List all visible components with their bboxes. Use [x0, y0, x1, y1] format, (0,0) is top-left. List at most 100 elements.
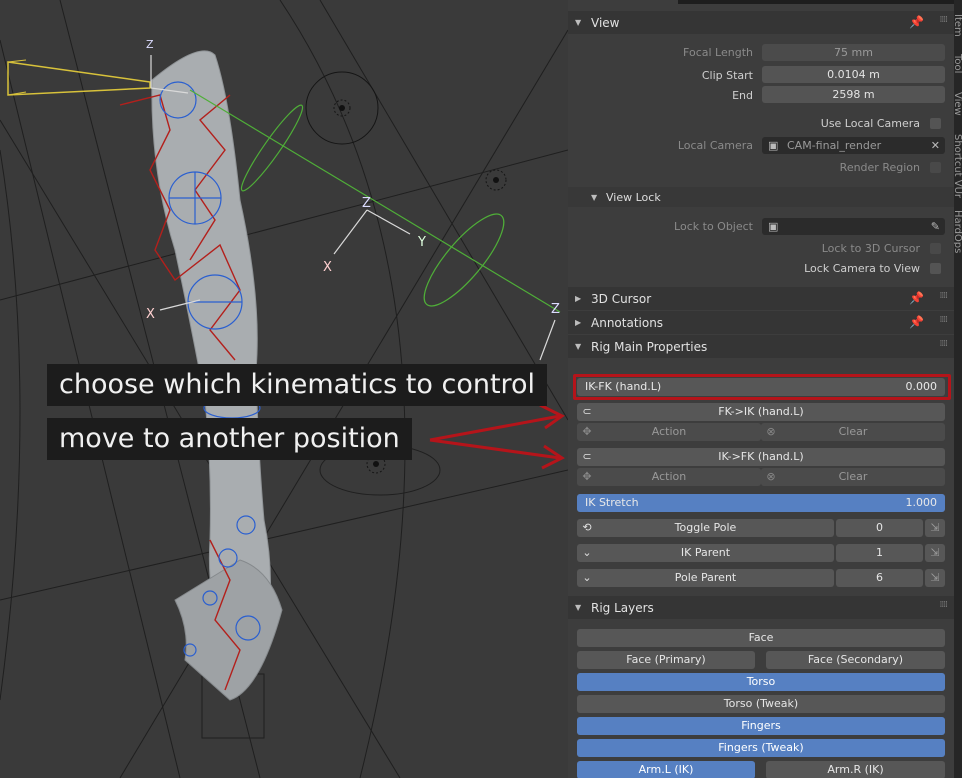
- local-camera-field[interactable]: ▣ CAM-final_render ✕: [762, 137, 945, 154]
- ik-to-fk-button[interactable]: ⊂ IK->FK (hand.L): [577, 448, 945, 466]
- 3d-cursor-panel-header[interactable]: ▶ 3D Cursor 📌 ⁞⁞⁞⁞: [568, 287, 954, 310]
- tab-hardops[interactable]: HardOps: [954, 210, 962, 253]
- pole-parent-label: Pole Parent: [674, 571, 737, 584]
- annotations-panel-header[interactable]: ▶ Annotations 📌 ⁞⁞⁞⁞: [568, 311, 954, 334]
- object-icon: ▣: [768, 220, 779, 233]
- clip-end-field[interactable]: 2598 m: [762, 86, 945, 103]
- snap-arrow-icon[interactable]: ⇲: [925, 569, 945, 587]
- view-panel-header[interactable]: ▼ View 📌 ⁞⁞⁞⁞: [568, 11, 954, 34]
- tab-view[interactable]: View: [954, 92, 962, 116]
- clip-start-label: Clip Start: [701, 69, 753, 82]
- pole-parent-value-field[interactable]: 6: [836, 569, 923, 587]
- drag-handle-icon[interactable]: ⁞⁞⁞⁞: [940, 291, 949, 301]
- eyedropper-icon[interactable]: ✎: [931, 218, 940, 235]
- tab-item[interactable]: Item: [954, 14, 962, 37]
- focal-length-field[interactable]: 75 mm: [762, 44, 945, 61]
- drag-handle-icon[interactable]: ⁞⁞⁞⁞: [940, 600, 949, 610]
- axis-z-label: Z: [362, 196, 371, 211]
- axis-y-label: Y: [417, 235, 426, 250]
- clip-end-label: End: [732, 89, 753, 102]
- fk-to-ik-label: FK->IK (hand.L): [718, 405, 804, 418]
- layer-face-secondary-button[interactable]: Face (Secondary): [766, 651, 945, 669]
- layer-face-button[interactable]: Face: [577, 629, 945, 647]
- view-lock-title: View Lock: [606, 190, 661, 204]
- ik-stretch-slider[interactable]: IK Stretch 1.000: [577, 494, 945, 512]
- use-local-camera-checkbox[interactable]: [930, 118, 941, 129]
- clip-start-field[interactable]: 0.0104 m: [762, 66, 945, 83]
- local-camera-label: Local Camera: [677, 139, 753, 152]
- ik-to-fk-action-button[interactable]: ✥ Action: [577, 468, 761, 486]
- snap-magnet-icon: ⊂: [582, 405, 592, 418]
- view-lock-header[interactable]: ▼ View Lock: [568, 187, 954, 207]
- drag-handle-icon[interactable]: ⁞⁞⁞⁞: [940, 15, 949, 25]
- focal-length-label: Focal Length: [683, 46, 753, 59]
- arm-mesh: [151, 50, 271, 656]
- layer-face-primary-button[interactable]: Face (Primary): [577, 651, 755, 669]
- axis-z-label-small: Z: [146, 38, 154, 51]
- local-camera-value: CAM-final_render: [787, 139, 882, 152]
- layer-fingers-button[interactable]: Fingers: [577, 717, 945, 735]
- tab-tool[interactable]: Tool: [954, 54, 962, 73]
- lock-camera-to-view-label: Lock Camera to View: [804, 262, 920, 275]
- rig-main-panel-header[interactable]: ▼ Rig Main Properties ⁞⁞⁞⁞: [568, 335, 954, 358]
- top-strip: [678, 0, 954, 4]
- layer-fingers-tweak-button[interactable]: Fingers (Tweak): [577, 739, 945, 757]
- annotations-panel-title: Annotations: [591, 315, 664, 330]
- use-local-camera-label: Use Local Camera: [820, 117, 920, 130]
- lock-to-object-label: Lock to Object: [674, 220, 753, 233]
- tab-shortcut-vur[interactable]: Shortcut VUr: [954, 134, 962, 198]
- ik-to-fk-label: IK->FK (hand.L): [718, 450, 804, 463]
- drag-handle-icon[interactable]: ⁞⁞⁞⁞: [940, 315, 949, 325]
- chevron-down-icon: ⌄: [582, 571, 592, 584]
- drag-handle-icon[interactable]: ⁞⁞⁞⁞: [940, 339, 949, 349]
- pin-icon[interactable]: 📌: [909, 15, 924, 29]
- ik-to-fk-clear-button[interactable]: ⊗ Clear: [761, 468, 945, 486]
- clear-circle-x-icon: ⊗: [766, 470, 776, 483]
- fk-to-ik-button[interactable]: ⊂ FK->IK (hand.L): [577, 403, 945, 421]
- view-panel-title: View: [591, 15, 620, 30]
- annotation-callout-2: move to another position: [47, 418, 412, 460]
- render-region-checkbox[interactable]: [930, 162, 941, 173]
- ik-parent-dropdown[interactable]: ⌄ IK Parent: [577, 544, 834, 562]
- chevron-down-icon: ⌄: [582, 546, 592, 559]
- toggle-pole-button[interactable]: ⟲ Toggle Pole: [577, 519, 834, 537]
- layer-torso-tweak-button[interactable]: Torso (Tweak): [577, 695, 945, 713]
- collapse-triangle-icon: ▼: [575, 603, 582, 612]
- toggle-pole-label: Toggle Pole: [674, 521, 737, 534]
- axis-x-label: X: [323, 260, 332, 275]
- camera-object-icon: ▣: [768, 139, 779, 152]
- toggle-pole-value-field[interactable]: 0: [836, 519, 923, 537]
- clear-circle-x-icon: ⊗: [766, 425, 776, 438]
- annotation-callout-1: choose which kinematics to control: [47, 364, 548, 406]
- pin-icon[interactable]: 📌: [909, 291, 924, 305]
- expand-triangle-icon: ▶: [575, 294, 582, 303]
- render-region-label: Render Region: [839, 161, 920, 174]
- ik-parent-value-field[interactable]: 1: [836, 544, 923, 562]
- pin-icon[interactable]: 📌: [909, 315, 924, 329]
- clear-label: Clear: [838, 425, 868, 438]
- ik-parent-label: IK Parent: [680, 546, 731, 559]
- 3d-cursor-panel-title: 3D Cursor: [591, 291, 652, 306]
- snap-arrow-icon[interactable]: ⇲: [925, 544, 945, 562]
- clear-label: Clear: [838, 470, 868, 483]
- lock-to-object-field[interactable]: ▣ ✎: [762, 218, 945, 235]
- pole-parent-dropdown[interactable]: ⌄ Pole Parent: [577, 569, 834, 587]
- rig-main-panel-title: Rig Main Properties: [591, 339, 708, 354]
- highlight-box: [573, 374, 951, 400]
- layer-arm-r-ik-button[interactable]: Arm.R (IK): [766, 761, 945, 778]
- ik-stretch-label: IK Stretch: [585, 496, 639, 509]
- layer-arm-l-ik-button[interactable]: Arm.L (IK): [577, 761, 755, 778]
- annotation-arrows: [429, 403, 565, 470]
- lock-camera-to-view-checkbox[interactable]: [930, 263, 941, 274]
- rig-layers-panel-header[interactable]: ▼ Rig Layers ⁞⁞⁞⁞: [568, 596, 954, 619]
- fk-to-ik-clear-button[interactable]: ⊗ Clear: [761, 423, 945, 441]
- 3d-viewport[interactable]: Z Y X Z X Z choose which kinematics to c…: [0, 0, 568, 778]
- ik-stretch-value: 1.000: [905, 496, 938, 509]
- lock-3d-cursor-checkbox[interactable]: [930, 243, 941, 254]
- fk-to-ik-action-button[interactable]: ✥ Action: [577, 423, 761, 441]
- layer-torso-button[interactable]: Torso: [577, 673, 945, 691]
- toggle-pole-icon: ⟲: [582, 521, 592, 534]
- clear-x-icon[interactable]: ✕: [931, 137, 940, 154]
- snap-arrow-icon[interactable]: ⇲: [925, 519, 945, 537]
- action-label: Action: [651, 425, 687, 438]
